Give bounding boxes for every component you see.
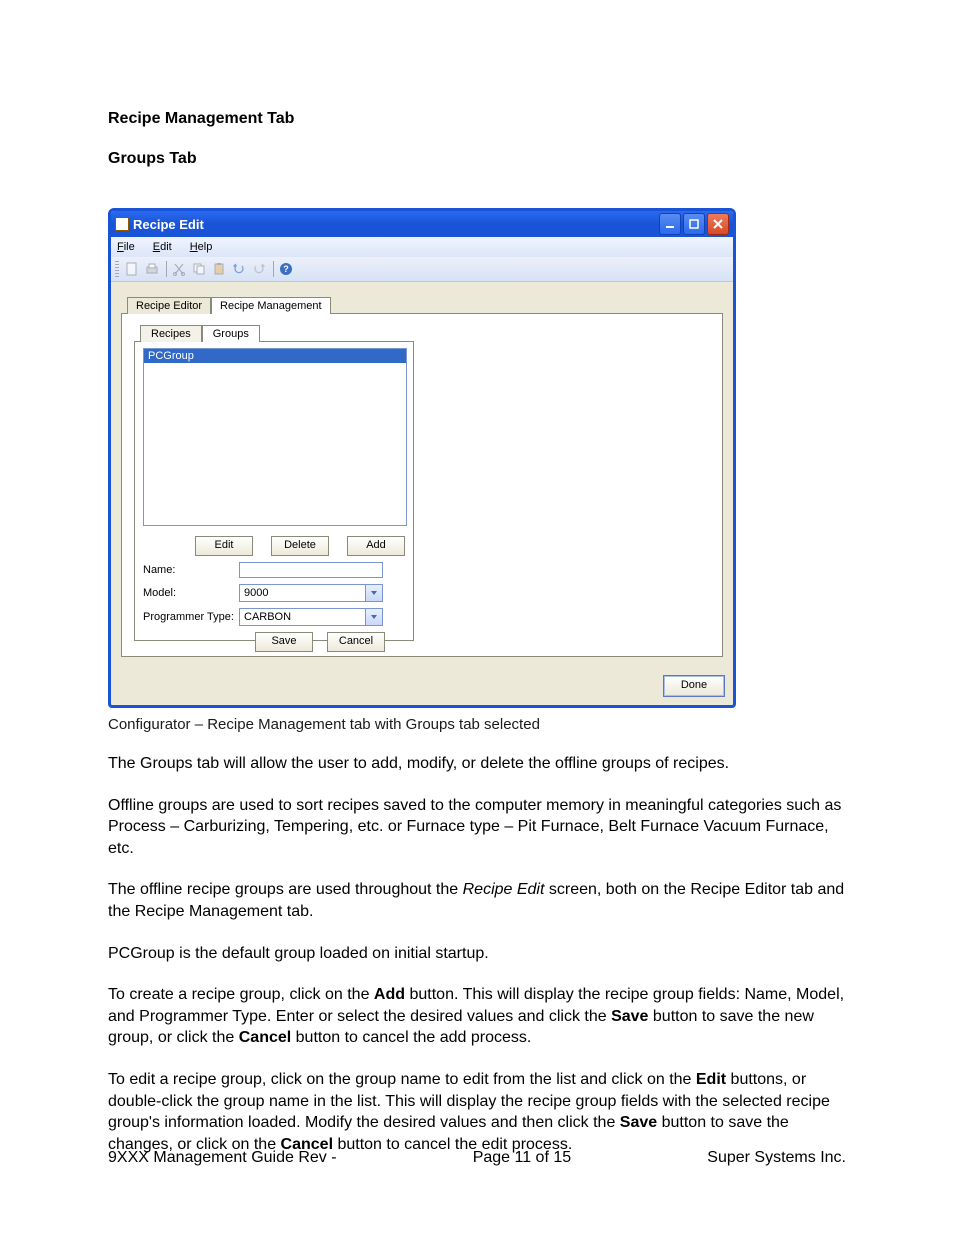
- paragraph: The Groups tab will allow the user to ad…: [108, 753, 846, 775]
- minimize-icon: [664, 218, 676, 230]
- cut-icon[interactable]: [170, 260, 188, 278]
- print-icon[interactable]: [143, 260, 161, 278]
- window-title: Recipe Edit: [133, 217, 659, 232]
- help-icon[interactable]: ?: [277, 260, 295, 278]
- svg-text:?: ?: [283, 264, 289, 274]
- groups-panel: PCGroup Edit Delete Add Name: Model:: [134, 341, 414, 641]
- paragraph: PCGroup is the default group loaded on i…: [108, 943, 846, 965]
- programmer-type-label: Programmer Type:: [143, 611, 239, 623]
- paragraph: Offline groups are used to sort recipes …: [108, 795, 846, 860]
- chevron-down-icon[interactable]: [365, 609, 382, 625]
- maximize-button[interactable]: [683, 213, 705, 235]
- groups-listbox[interactable]: PCGroup: [143, 348, 407, 526]
- menu-help[interactable]: Help: [190, 241, 213, 253]
- model-value: 9000: [240, 587, 365, 599]
- menu-edit[interactable]: Edit: [153, 241, 172, 253]
- delete-button[interactable]: Delete: [271, 536, 329, 556]
- model-label: Model:: [143, 587, 239, 599]
- paragraph: To create a recipe group, click on the A…: [108, 984, 846, 1049]
- heading-groups-tab: Groups Tab: [108, 150, 846, 168]
- tab-recipe-editor[interactable]: Recipe Editor: [127, 297, 211, 314]
- chevron-down-icon[interactable]: [365, 585, 382, 601]
- menu-file[interactable]: File: [117, 241, 135, 253]
- tab-recipe-management[interactable]: Recipe Management: [211, 297, 331, 314]
- title-bar: Recipe Edit: [111, 211, 733, 237]
- paragraph: To edit a recipe group, click on the gro…: [108, 1069, 846, 1155]
- save-button[interactable]: Save: [255, 632, 313, 652]
- list-item[interactable]: PCGroup: [144, 349, 406, 363]
- heading-recipe-management: Recipe Management Tab: [108, 110, 846, 128]
- done-button[interactable]: Done: [663, 675, 725, 697]
- new-icon[interactable]: [123, 260, 141, 278]
- app-icon: [115, 217, 129, 231]
- name-input[interactable]: [239, 562, 383, 578]
- cancel-button[interactable]: Cancel: [327, 632, 385, 652]
- window-footer: Done: [111, 667, 733, 705]
- minimize-button[interactable]: [659, 213, 681, 235]
- menu-bar: File Edit Help: [111, 237, 733, 257]
- tab-groups[interactable]: Groups: [202, 325, 260, 342]
- figure-caption: Configurator – Recipe Management tab wit…: [108, 716, 846, 733]
- add-button[interactable]: Add: [347, 536, 405, 556]
- footer-left: 9XXX Management Guide Rev -: [108, 1149, 337, 1167]
- edit-button[interactable]: Edit: [195, 536, 253, 556]
- close-button[interactable]: [707, 213, 729, 235]
- programmer-type-value: CARBON: [240, 611, 365, 623]
- maximize-icon: [688, 218, 700, 230]
- recipe-edit-window: Recipe Edit File Edit Help: [108, 208, 736, 708]
- model-combobox[interactable]: 9000: [239, 584, 383, 602]
- footer-center: Page 11 of 15: [473, 1149, 571, 1167]
- toolbar: ?: [111, 257, 733, 282]
- undo-icon[interactable]: [230, 260, 248, 278]
- page-footer: 9XXX Management Guide Rev - Page 11 of 1…: [108, 1149, 846, 1167]
- close-icon: [712, 218, 724, 230]
- recipe-management-panel: Recipes Groups PCGroup Edit Delete Add N…: [121, 313, 723, 657]
- copy-icon[interactable]: [190, 260, 208, 278]
- paragraph: The offline recipe groups are used throu…: [108, 879, 846, 922]
- footer-right: Super Systems Inc.: [707, 1149, 846, 1167]
- redo-icon[interactable]: [250, 260, 268, 278]
- name-label: Name:: [143, 564, 239, 576]
- toolbar-grip: [115, 261, 119, 277]
- programmer-type-combobox[interactable]: CARBON: [239, 608, 383, 626]
- paste-icon[interactable]: [210, 260, 228, 278]
- tab-recipes[interactable]: Recipes: [140, 325, 202, 342]
